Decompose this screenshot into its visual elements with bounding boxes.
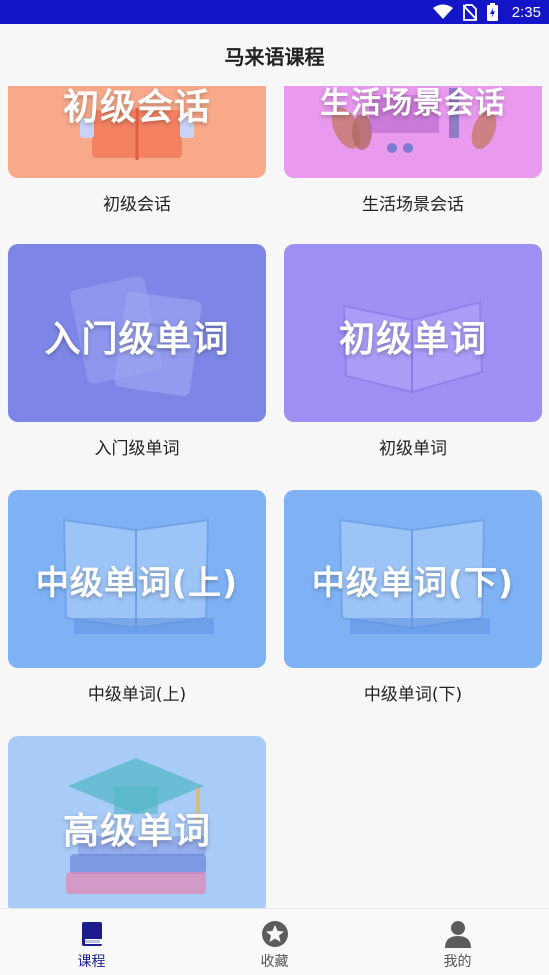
course-thumbnail[interactable]: 初级会话 xyxy=(8,86,266,178)
course-grid[interactable]: 初级会话 初级会话 生活场景会话 生活场景会话 入门级单词 入门级单词 初级单词… xyxy=(0,86,549,908)
course-label: 生活场景会话 xyxy=(362,195,464,215)
course-thumb-text: 中级单词(上) xyxy=(35,563,239,602)
wifi-icon xyxy=(432,4,453,19)
course-thumbnail[interactable]: 中级单词(上) xyxy=(8,490,266,668)
course-card-advanced-vocabulary[interactable]: 高级单词 xyxy=(8,736,266,908)
course-card-beginner-vocabulary[interactable]: 入门级单词 入门级单词 xyxy=(8,244,266,464)
status-icons: 2:35 xyxy=(432,0,541,24)
tab-label: 收藏 xyxy=(260,954,289,970)
book-icon xyxy=(81,922,102,946)
course-label: 初级会话 xyxy=(103,195,171,215)
person-icon xyxy=(444,921,471,948)
course-label: 初级单词 xyxy=(379,439,447,459)
course-thumbnail[interactable]: 生活场景会话 xyxy=(284,86,542,178)
course-thumb-text: 高级单词 xyxy=(62,811,211,852)
battery-icon xyxy=(486,3,498,21)
course-label: 中级单词(上) xyxy=(87,685,187,705)
course-card-intermediate-vocabulary-1[interactable]: 中级单词(上) 中级单词(上) xyxy=(8,490,266,710)
course-thumbnail[interactable]: 中级单词(下) xyxy=(284,490,542,668)
no-sim-icon xyxy=(462,3,477,21)
course-label: 入门级单词 xyxy=(94,439,180,459)
tab-profile[interactable]: 我的 xyxy=(366,909,549,975)
tab-courses[interactable]: 课程 xyxy=(0,909,183,975)
course-card-intermediate-vocabulary-2[interactable]: 中级单词(下) 中级单词(下) xyxy=(284,490,542,710)
course-card-basic-conversation[interactable]: 初级会话 初级会话 xyxy=(8,86,266,216)
course-thumbnail[interactable]: 入门级单词 xyxy=(8,244,266,422)
course-thumbnail[interactable]: 高级单词 xyxy=(8,736,266,908)
status-bar: 2:35 xyxy=(0,0,549,24)
course-card-basic-vocabulary[interactable]: 初级单词 初级单词 xyxy=(284,244,542,464)
tab-label: 我的 xyxy=(443,954,472,970)
title-bar: 马来语课程 xyxy=(0,24,549,86)
bottom-tab-bar: 课程 收藏 我的 xyxy=(0,908,549,974)
page-title: 马来语课程 xyxy=(224,44,325,69)
tab-favorites[interactable]: 收藏 xyxy=(183,909,366,975)
course-thumb-text: 初级单词 xyxy=(338,319,487,360)
course-card-daily-life-conversation[interactable]: 生活场景会话 生活场景会话 xyxy=(284,86,542,216)
tab-label: 课程 xyxy=(77,954,106,970)
star-icon xyxy=(261,921,288,947)
course-thumbnail[interactable]: 初级单词 xyxy=(284,244,542,422)
course-thumb-text: 初级会话 xyxy=(62,87,211,128)
course-thumb-text: 生活场景会话 xyxy=(320,86,506,121)
course-thumb-text: 入门级单词 xyxy=(44,319,230,360)
course-thumb-text: 中级单词(下) xyxy=(311,563,515,602)
course-label: 中级单词(下) xyxy=(363,685,463,705)
status-time: 2:35 xyxy=(511,3,541,21)
